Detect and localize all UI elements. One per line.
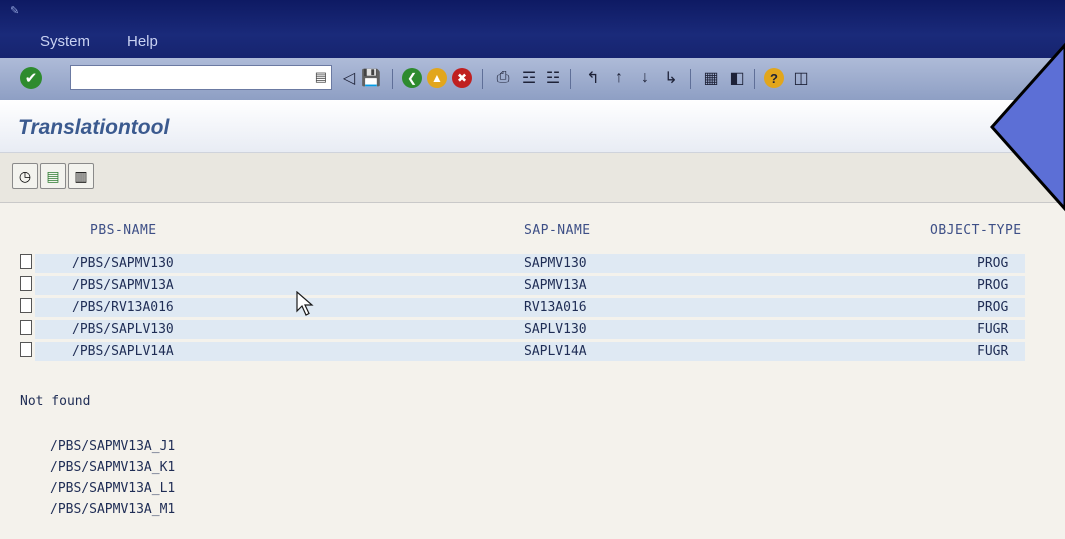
object-type-cell: FUGR bbox=[977, 344, 1009, 359]
application-toolbar: ◷ ▤ ▥ bbox=[0, 152, 1065, 203]
column-header-object-type: OBJECT-TYPE bbox=[930, 223, 1022, 238]
row-checkbox[interactable] bbox=[20, 254, 32, 269]
pbs-name-cell: /PBS/SAPLV130 bbox=[72, 322, 174, 337]
collapse-icon[interactable]: ◁ bbox=[338, 66, 360, 90]
layout-menu-icon[interactable]: ◫ bbox=[790, 66, 812, 90]
save-icon[interactable]: 💾 bbox=[360, 66, 382, 90]
sap-name-cell: RV13A016 bbox=[524, 300, 587, 315]
execute-icon[interactable]: ◷ bbox=[12, 163, 38, 189]
next-page-icon[interactable]: ↓ bbox=[634, 66, 656, 90]
table-row[interactable]: /PBS/SAPLV130 SAPLV130 FUGR bbox=[35, 320, 1025, 339]
sap-name-cell: SAPLV14A bbox=[524, 344, 587, 359]
command-field[interactable]: ▤ bbox=[70, 65, 332, 90]
sap-name-cell: SAPMV130 bbox=[524, 256, 587, 271]
menu-bar: ✎ System Help bbox=[0, 0, 1065, 58]
not-found-item: /PBS/SAPMV13A_J1 bbox=[50, 439, 176, 454]
pbs-name-cell: /PBS/RV13A016 bbox=[72, 300, 174, 315]
standard-toolbar: ✔ ▤ ◁ 💾 ❮ ▲ ✖ ⎙ ☲ ☳ ↰ ↑ ↓ ↳ ▦ ◧ ? ◫ bbox=[0, 58, 1065, 101]
object-type-cell: PROG bbox=[977, 256, 1009, 271]
deselect-all-icon[interactable]: ▥ bbox=[68, 163, 94, 189]
not-found-label: Not found bbox=[20, 394, 91, 409]
not-found-item: /PBS/SAPMV13A_M1 bbox=[50, 502, 176, 517]
object-type-cell: PROG bbox=[977, 300, 1009, 315]
pbs-name-cell: /PBS/SAPLV14A bbox=[72, 344, 174, 359]
exit-icon[interactable]: ▲ bbox=[427, 68, 447, 88]
last-page-icon[interactable]: ↳ bbox=[660, 66, 682, 90]
mouse-pointer-icon bbox=[296, 291, 314, 316]
print-icon[interactable]: ⎙ bbox=[492, 66, 514, 90]
menu-system[interactable]: System bbox=[40, 33, 90, 50]
title-bar: Translationtool bbox=[0, 100, 1065, 152]
sap-name-cell: SAPMV13A bbox=[524, 278, 587, 293]
find-icon[interactable]: ☲ bbox=[518, 66, 540, 90]
help-icon[interactable]: ? bbox=[764, 68, 784, 88]
object-type-cell: PROG bbox=[977, 278, 1009, 293]
row-checkbox[interactable] bbox=[20, 320, 32, 335]
select-all-icon[interactable]: ▤ bbox=[40, 163, 66, 189]
row-checkbox[interactable] bbox=[20, 342, 32, 357]
pbs-name-cell: /PBS/SAPMV13A bbox=[72, 278, 174, 293]
table-row[interactable]: /PBS/SAPLV14A SAPLV14A FUGR bbox=[35, 342, 1025, 361]
not-found-item: /PBS/SAPMV13A_L1 bbox=[50, 481, 176, 496]
not-found-item: /PBS/SAPMV13A_K1 bbox=[50, 460, 176, 475]
command-history-icon[interactable]: ▤ bbox=[315, 69, 327, 85]
find-next-icon[interactable]: ☳ bbox=[542, 66, 564, 90]
table-row[interactable]: /PBS/RV13A016 RV13A016 PROG bbox=[35, 298, 1025, 317]
table-row[interactable]: /PBS/SAPMV130 SAPMV130 PROG bbox=[35, 254, 1025, 273]
check-icon[interactable]: ✔ bbox=[20, 67, 42, 89]
row-checkbox[interactable] bbox=[20, 276, 32, 291]
menu-help[interactable]: Help bbox=[127, 33, 158, 50]
column-header-pbs-name: PBS-NAME bbox=[90, 223, 157, 238]
object-type-cell: FUGR bbox=[977, 322, 1009, 337]
pbs-name-cell: /PBS/SAPMV130 bbox=[72, 256, 174, 271]
system-menu-icon[interactable]: ✎ bbox=[10, 4, 19, 17]
previous-page-icon[interactable]: ↑ bbox=[608, 66, 630, 90]
column-header-sap-name: SAP-NAME bbox=[524, 223, 591, 238]
arrow-left-icon bbox=[990, 42, 1065, 212]
result-list: PBS-NAME SAP-NAME OBJECT-TYPE /PBS/SAPMV… bbox=[0, 202, 1065, 539]
first-page-icon[interactable]: ↰ bbox=[582, 66, 604, 90]
page-title: Translationtool bbox=[18, 116, 170, 139]
shortcut-icon[interactable]: ◧ bbox=[726, 66, 748, 90]
row-checkbox[interactable] bbox=[20, 298, 32, 313]
back-icon[interactable]: ❮ bbox=[402, 68, 422, 88]
create-session-icon[interactable]: ▦ bbox=[700, 66, 722, 90]
sap-name-cell: SAPLV130 bbox=[524, 322, 587, 337]
table-row[interactable]: /PBS/SAPMV13A SAPMV13A PROG bbox=[35, 276, 1025, 295]
command-input[interactable] bbox=[73, 67, 307, 90]
cancel-icon[interactable]: ✖ bbox=[452, 68, 472, 88]
